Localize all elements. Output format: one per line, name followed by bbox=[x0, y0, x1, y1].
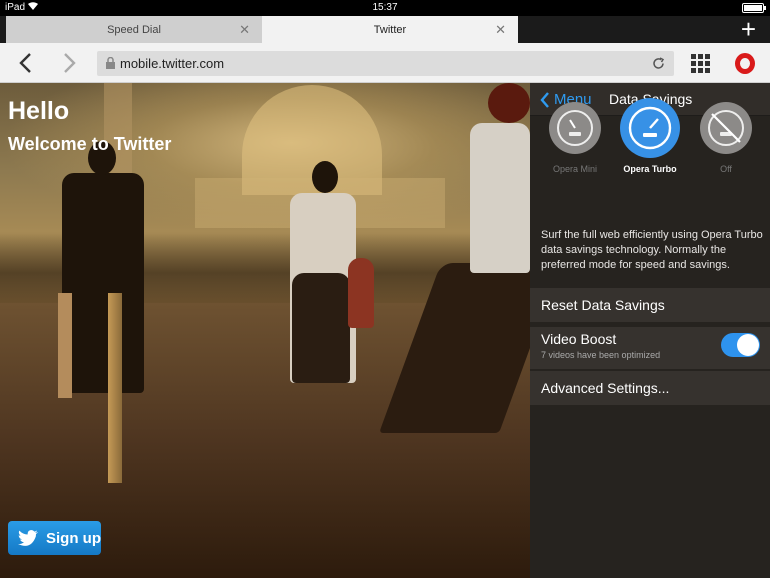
mode-label: Opera Mini bbox=[552, 164, 597, 174]
page-heading: Hello bbox=[8, 97, 70, 125]
photo-figure-batsman bbox=[62, 173, 144, 393]
mode-opera-turbo[interactable]: Opera Turbo bbox=[610, 98, 690, 174]
mode-label: Off bbox=[720, 164, 732, 174]
status-bar: iPad 15:37 bbox=[0, 0, 770, 16]
mode-opera-mini[interactable]: Opera Mini bbox=[535, 102, 615, 174]
speedometer-turbo-icon bbox=[620, 98, 680, 158]
mode-off[interactable]: Off bbox=[686, 102, 766, 174]
speedometer-off-icon bbox=[700, 102, 752, 154]
forward-button[interactable] bbox=[59, 51, 79, 75]
photo-figure-legs bbox=[292, 273, 350, 383]
close-tab-icon[interactable]: ✕ bbox=[495, 22, 506, 38]
speedometer-mini-icon bbox=[549, 102, 601, 154]
battery-icon bbox=[742, 3, 766, 13]
reset-data-savings-row[interactable]: Reset Data Savings bbox=[530, 288, 770, 322]
new-tab-plus-icon[interactable]: + bbox=[741, 16, 756, 42]
photo-figure-fielder bbox=[348, 258, 374, 328]
mode-description: Surf the full web efficiently using Oper… bbox=[541, 229, 763, 271]
video-boost-toggle[interactable] bbox=[721, 333, 760, 357]
browser-toolbar: mobile.twitter.com bbox=[0, 43, 770, 83]
tab-bar: Speed Dial ✕ Twitter ✕ + bbox=[0, 16, 770, 43]
clock: 15:37 bbox=[372, 2, 398, 13]
web-page-content: Hello Welcome to Twitter Sign up bbox=[0, 83, 530, 578]
photo-stumps bbox=[108, 293, 122, 483]
address-bar[interactable]: mobile.twitter.com bbox=[97, 51, 674, 76]
sign-up-label: Sign up bbox=[46, 529, 101, 547]
tab-twitter[interactable]: Twitter ✕ bbox=[262, 16, 518, 43]
video-boost-label: Video Boost bbox=[541, 331, 617, 347]
video-boost-sub: 7 videos have been optimized bbox=[541, 350, 661, 360]
lock-icon bbox=[106, 57, 115, 69]
speed-dial-grid-icon[interactable] bbox=[691, 54, 710, 73]
sign-up-button[interactable]: Sign up bbox=[8, 521, 101, 555]
opera-menu-logo-icon[interactable] bbox=[735, 53, 755, 74]
tab-label: Twitter bbox=[373, 23, 407, 36]
photo-figure-head bbox=[488, 83, 530, 123]
mode-label: Opera Turbo bbox=[623, 164, 677, 174]
reload-icon[interactable] bbox=[652, 57, 665, 70]
reset-label: Reset Data Savings bbox=[541, 297, 665, 313]
photo-cricket-bat bbox=[58, 293, 72, 398]
photo-figure-head bbox=[312, 161, 338, 193]
tab-speed-dial[interactable]: Speed Dial ✕ bbox=[6, 16, 262, 43]
advanced-settings-row[interactable]: Advanced Settings... bbox=[530, 371, 770, 405]
data-savings-panel: Menu Data Savings Opera Mini Opera Turbo… bbox=[530, 83, 770, 578]
advanced-label: Advanced Settings... bbox=[541, 380, 670, 396]
photo-figure-bowler bbox=[470, 123, 530, 273]
tab-label: Speed Dial bbox=[107, 23, 161, 36]
url-text: mobile.twitter.com bbox=[120, 56, 225, 71]
video-boost-row: Video Boost 7 videos have been optimized bbox=[530, 327, 770, 369]
twitter-bird-icon bbox=[18, 530, 38, 546]
page-subheading: Welcome to Twitter bbox=[8, 134, 172, 154]
back-button[interactable] bbox=[16, 51, 36, 75]
close-tab-icon[interactable]: ✕ bbox=[239, 22, 250, 38]
